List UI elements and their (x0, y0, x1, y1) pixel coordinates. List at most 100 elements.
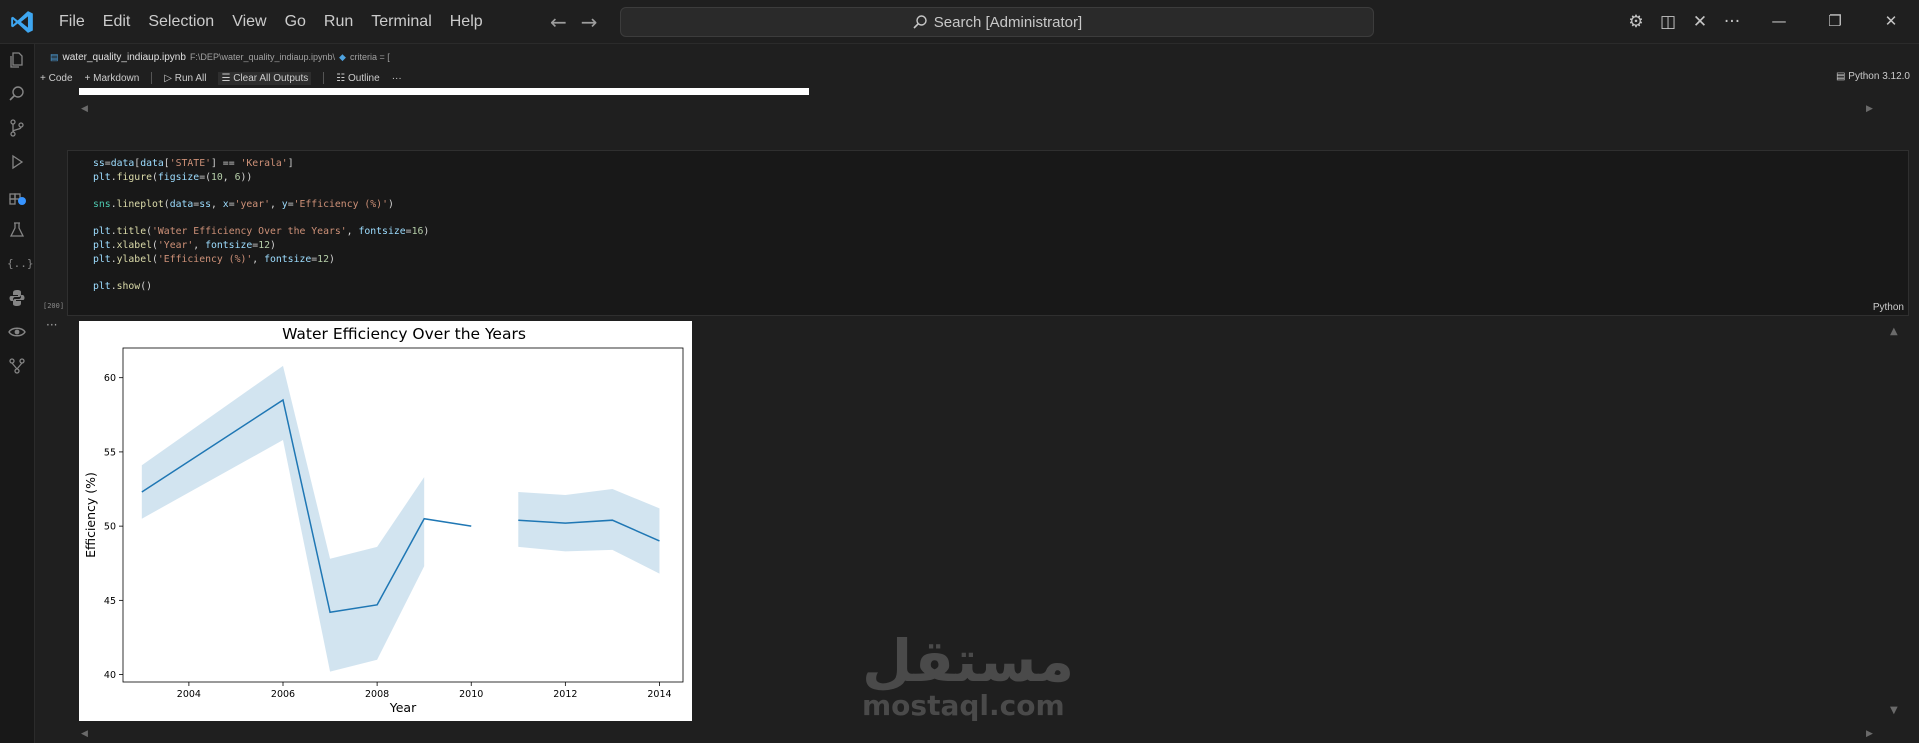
confidence-band (141, 365, 425, 672)
code-line: plt.xlabel('Year', fontsize=12) (93, 240, 276, 252)
y-tick-label: 50 (104, 522, 116, 533)
y-tick-label: 55 (104, 447, 116, 458)
breadcrumb-file[interactable]: water_quality_indiaup.ipynb (63, 52, 186, 63)
code-line: sns.lineplot(data=ss, x='year', y='Effic… (93, 199, 394, 211)
scroll-down-icon[interactable]: ▼ (1890, 705, 1898, 716)
code-line: plt.ylabel('Efficiency (%)', fontsize=12… (93, 253, 335, 265)
navigation-arrows: ← → (550, 10, 598, 34)
run-icon: ▷ (164, 72, 175, 84)
previous-output (79, 88, 809, 95)
notebook-file-icon: ▤ (50, 51, 59, 62)
x-axis-label: Year (389, 700, 417, 715)
x-tick-label: 2010 (459, 689, 483, 700)
variables-icon[interactable]: {..} (7, 254, 34, 274)
scroll-left-icon[interactable]: ◀ (81, 104, 88, 114)
plus-icon: + (84, 72, 94, 84)
activity-bar: {..} (0, 44, 35, 743)
breadcrumb: ▤ water_quality_indiaup.ipynb F:\DEP\wat… (50, 48, 390, 66)
scroll-left-icon[interactable]: ◀ (81, 729, 88, 739)
code-editor[interactable]: ss=data[data['STATE'] == 'Kerala'] plt.f… (93, 157, 429, 294)
execution-count: [200] (43, 302, 65, 310)
add-code-button[interactable]: + Code (40, 73, 73, 84)
plot-output: Water Efficiency Over the Years 2004 2006… (79, 321, 692, 721)
menu-bar: File Edit Selection View Go Run Terminal… (50, 0, 492, 43)
window-controls: — ❐ ✕ (1751, 0, 1919, 43)
toolbar-divider (323, 72, 325, 84)
y-axis-label: Efficiency (%) (83, 472, 98, 558)
clear-all-outputs-button[interactable]: ☰ Clear All Outputs (218, 71, 312, 85)
title-actions: ⚙ ◫ ✕ ··· (1620, 0, 1748, 43)
menu-run[interactable]: Run (315, 13, 362, 31)
code-line: ss=data[data['STATE'] == 'Kerala'] (93, 158, 294, 169)
title-bar: File Edit Selection View Go Run Terminal… (0, 0, 1919, 44)
extensions-icon[interactable] (7, 186, 27, 206)
output-menu-icon[interactable]: ··· (46, 318, 57, 332)
x-tick-label: 2006 (271, 689, 295, 700)
gear-icon[interactable]: ⚙ (1620, 12, 1652, 32)
x-tick-label: 2008 (365, 689, 389, 700)
source-control-icon[interactable] (7, 118, 27, 138)
plus-icon: + (40, 72, 49, 84)
window-close-icon[interactable]: ✕ (1863, 0, 1919, 43)
testing-flask-icon[interactable] (7, 220, 27, 240)
breadcrumb-symbol[interactable]: criteria = [ (350, 52, 390, 62)
split-layout-icon[interactable]: ◫ (1652, 12, 1684, 32)
add-markdown-button[interactable]: + Markdown (85, 73, 140, 84)
toolbar-more-button[interactable]: ··· (392, 73, 402, 84)
forward-arrow-icon[interactable]: → (581, 10, 598, 34)
kernel-icon: ▤ (1836, 71, 1849, 82)
y-tick-label: 60 (104, 373, 116, 384)
menu-go[interactable]: Go (276, 13, 315, 31)
x-tick-label: 2012 (553, 689, 577, 700)
accounts-tree-icon[interactable] (7, 356, 27, 376)
menu-terminal[interactable]: Terminal (362, 13, 440, 31)
y-tick-label: 45 (104, 596, 116, 607)
python-icon[interactable] (7, 288, 27, 308)
scroll-right-icon[interactable]: ▶ (1866, 729, 1873, 739)
watermark: مستقل mostaql.com (862, 627, 1075, 722)
watermark-latin: mostaql.com (862, 689, 1065, 722)
code-line: plt.figure(figsize=(10, 6)) (93, 171, 253, 183)
run-all-button[interactable]: ▷ Run All (164, 73, 206, 84)
menu-selection[interactable]: Selection (139, 13, 223, 31)
more-actions-icon[interactable]: ··· (1716, 12, 1748, 32)
breadcrumb-path[interactable]: F:\DEP\water_quality_indiaup.ipynb\ (190, 52, 335, 62)
vscode-logo-icon (11, 11, 33, 33)
code-cell[interactable]: ss=data[data['STATE'] == 'Kerala'] plt.f… (67, 150, 1909, 316)
symbol-icon: ◆ (339, 51, 346, 62)
toolbar-divider (151, 72, 153, 84)
remote-explorer-icon[interactable] (7, 322, 27, 342)
scroll-right-icon[interactable]: ▶ (1866, 104, 1873, 114)
close-panel-icon[interactable]: ✕ (1684, 12, 1716, 32)
search-sidebar-icon[interactable] (7, 84, 27, 104)
command-center-search[interactable]: Search [Administrator] (620, 7, 1374, 37)
y-tick-label: 40 (104, 670, 116, 681)
chart-title: Water Efficiency Over the Years (282, 325, 526, 343)
search-icon (913, 15, 927, 29)
run-debug-icon[interactable] (7, 152, 27, 172)
menu-help[interactable]: Help (441, 13, 492, 31)
explorer-icon[interactable] (7, 50, 27, 70)
code-line: plt.show() (93, 281, 152, 293)
x-tick-label: 2014 (647, 689, 671, 700)
clear-icon: ☰ (221, 72, 234, 84)
menu-edit[interactable]: Edit (94, 13, 140, 31)
menu-file[interactable]: File (50, 13, 94, 31)
minimize-icon[interactable]: — (1751, 0, 1807, 43)
back-arrow-icon[interactable]: ← (550, 10, 567, 34)
restore-icon[interactable]: ❐ (1807, 0, 1863, 43)
scroll-up-icon[interactable]: ▲ (1890, 326, 1898, 337)
x-tick-label: 2004 (177, 689, 201, 700)
notebook-toolbar: + Code + Markdown ▷ Run All ☰ Clear All … (40, 70, 402, 86)
list-icon: ☷ (336, 72, 348, 84)
kernel-picker[interactable]: ▤ Python 3.12.0 (1836, 71, 1910, 82)
search-label: Search [Administrator] (933, 13, 1083, 31)
outline-button[interactable]: ☷ Outline (336, 73, 379, 84)
code-line: plt.title('Water Efficiency Over the Yea… (93, 226, 430, 238)
watermark-arabic: مستقل (862, 627, 1075, 695)
cell-language-label[interactable]: Python (1873, 302, 1904, 313)
menu-view[interactable]: View (223, 13, 275, 31)
